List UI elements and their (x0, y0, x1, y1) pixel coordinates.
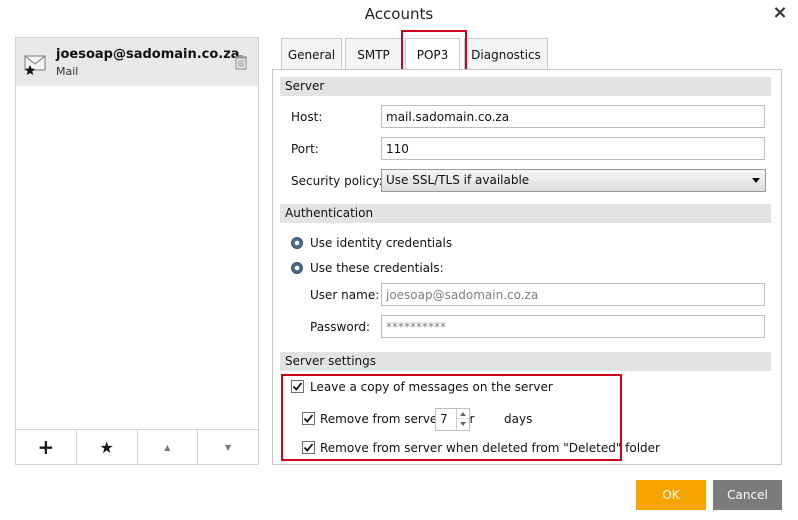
host-label: Host: (291, 110, 323, 124)
remove-deleted-checkbox[interactable] (302, 441, 315, 454)
authentication-section-header: Authentication (280, 204, 771, 223)
arrow-down-icon: ▼ (225, 442, 232, 452)
account-panel-toolbar: + ★ ▲ ▼ (16, 429, 258, 464)
remove-deleted-label: Remove from server when deleted from "De… (320, 441, 660, 455)
pop3-settings-panel: Server Host: Port: Security policy: Use … (272, 69, 782, 465)
stepper-buttons (456, 409, 469, 430)
server-section-header: Server (280, 77, 771, 96)
server-settings-section-header: Server settings (280, 352, 771, 371)
stepper-up-icon[interactable] (457, 409, 469, 419)
tab-pop3[interactable]: POP3 (405, 38, 460, 71)
move-up-button[interactable]: ▲ (138, 430, 199, 464)
host-input[interactable] (381, 105, 765, 128)
chevron-down-icon (752, 178, 760, 183)
stepper-down-icon[interactable] (457, 419, 469, 429)
security-policy-select[interactable]: Use SSL/TLS if available (381, 169, 766, 192)
star-icon: ★ (99, 437, 114, 457)
identity-credentials-radio[interactable] (291, 237, 303, 249)
set-default-button[interactable]: ★ (77, 430, 138, 464)
these-credentials-label: Use these credentials: (310, 261, 444, 275)
account-type: Mail (56, 65, 79, 78)
ok-button[interactable]: OK (636, 480, 706, 510)
account-list-item[interactable]: joesoap@sadomain.co.za Mail (16, 38, 258, 86)
checkmark-icon (303, 443, 314, 452)
checkmark-icon (292, 382, 303, 391)
remove-after-days-value: 7 (440, 412, 448, 426)
leave-copy-label: Leave a copy of messages on the server (310, 380, 553, 394)
checkmark-icon (303, 414, 314, 423)
these-credentials-radio[interactable] (291, 262, 303, 274)
account-email: joesoap@sadomain.co.za (56, 47, 240, 62)
port-label: Port: (291, 142, 319, 156)
remove-after-checkbox[interactable] (302, 412, 315, 425)
trash-icon[interactable] (234, 54, 248, 70)
tab-general[interactable]: General (281, 38, 342, 70)
plus-icon: + (37, 435, 55, 459)
password-label: Password: (310, 320, 371, 334)
password-input[interactable] (381, 315, 765, 338)
security-policy-label: Security policy: (291, 174, 383, 188)
leave-copy-checkbox[interactable] (291, 380, 304, 393)
add-account-button[interactable]: + (16, 430, 77, 464)
close-icon[interactable]: × (770, 3, 790, 23)
move-down-button[interactable]: ▼ (198, 430, 258, 464)
tab-smtp[interactable]: SMTP (345, 38, 402, 70)
window-title: Accounts (364, 5, 434, 23)
cancel-button[interactable]: Cancel (713, 480, 782, 510)
account-list-panel: joesoap@sadomain.co.za Mail + ★ ▲ ▼ (15, 37, 259, 465)
tab-diagnostics[interactable]: Diagnostics (464, 38, 548, 70)
remove-after-days-stepper[interactable]: 7 (435, 408, 470, 431)
arrow-up-icon: ▲ (164, 442, 171, 452)
username-label: User name: (310, 288, 380, 302)
port-input[interactable] (381, 137, 765, 160)
mail-envelope-icon (24, 55, 46, 75)
identity-credentials-label: Use identity credentials (310, 236, 453, 250)
security-policy-value: Use SSL/TLS if available (386, 173, 530, 187)
days-label: days (504, 412, 533, 426)
username-input[interactable] (381, 283, 765, 306)
